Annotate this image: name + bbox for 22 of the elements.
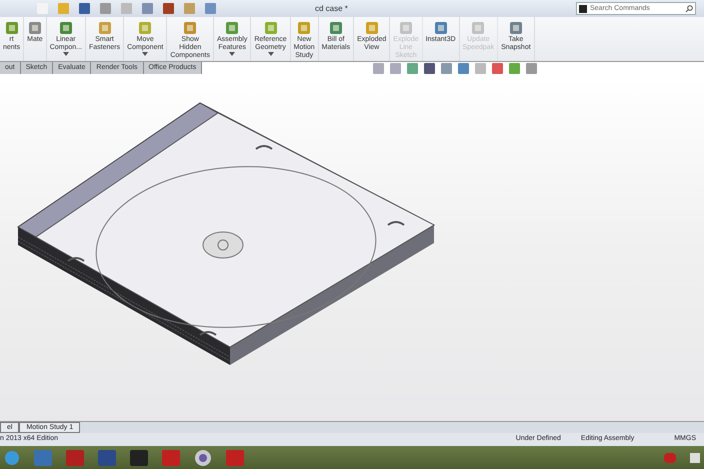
tool-icon — [183, 21, 198, 35]
tool-icon — [434, 21, 448, 35]
search-icon — [685, 4, 693, 12]
caret-icon — [229, 52, 236, 56]
tool-icon — [58, 21, 73, 35]
tool-icon — [138, 21, 152, 35]
tool-icon — [328, 21, 343, 35]
tool-icon — [264, 21, 278, 35]
tool-icon — [28, 21, 42, 35]
caret-icon — [268, 52, 274, 56]
disc-icon[interactable] — [194, 448, 212, 466]
tool-icon — [471, 21, 486, 35]
tool-icon — [225, 21, 240, 35]
tool-icon — [4, 21, 19, 35]
tool-icon — [98, 21, 112, 35]
tool-icon — [364, 21, 379, 35]
tool-icon — [398, 21, 413, 35]
tool-icon — [297, 21, 312, 35]
tool-icon — [508, 21, 523, 35]
caret-icon — [142, 52, 148, 56]
caret-icon — [62, 52, 69, 56]
window-title: cd case * — [315, 2, 348, 14]
